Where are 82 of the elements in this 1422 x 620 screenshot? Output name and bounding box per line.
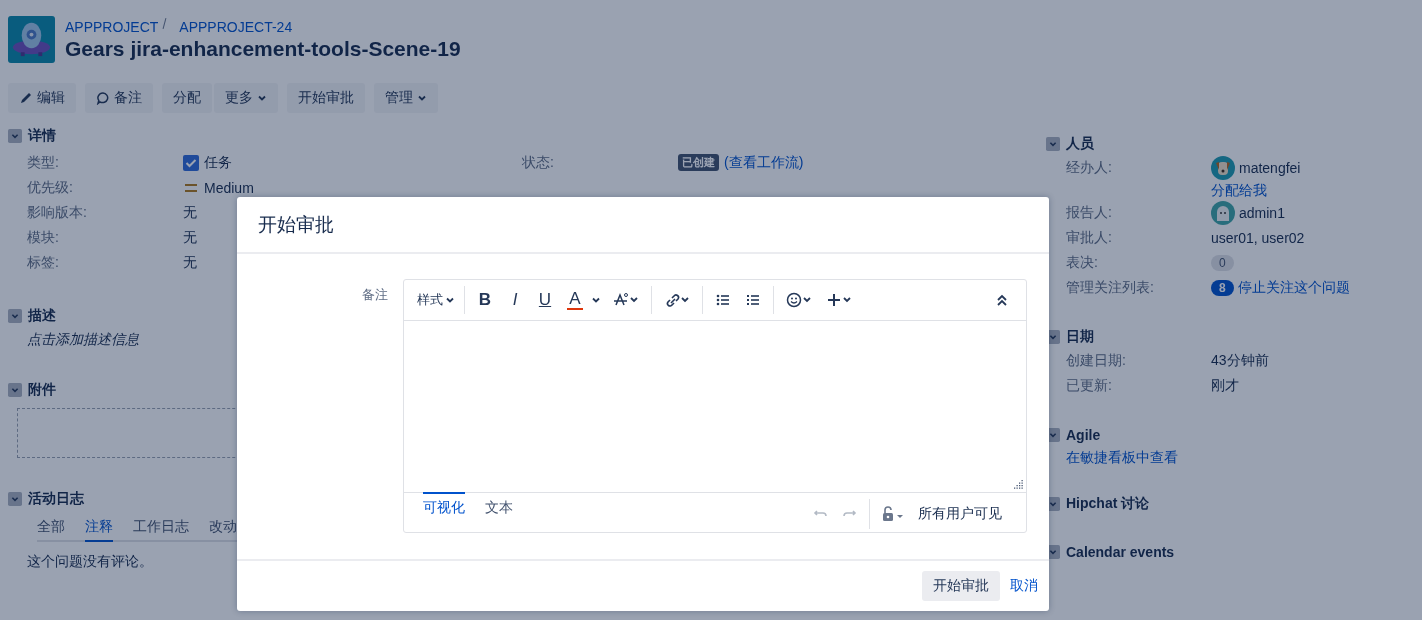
pencil-icon bbox=[19, 91, 33, 105]
field-label: 审批人: bbox=[1065, 228, 1113, 247]
issue-title: Gears jira-enhancement-tools-Scene-19 bbox=[65, 36, 461, 61]
toolbar-button[interactable]: 开始审批 bbox=[287, 83, 365, 113]
board-link[interactable]: 在敏捷看板中查看 bbox=[1046, 449, 1422, 467]
unwatch-link[interactable]: 停止关注这个问题 bbox=[1237, 278, 1350, 297]
activity-tab[interactable]: 改动 bbox=[209, 518, 237, 542]
empty-message: 这个问题没有评论。 bbox=[26, 553, 154, 571]
comment-icon bbox=[96, 91, 110, 105]
avatar-icon bbox=[1211, 155, 1235, 180]
resize-handle-icon[interactable] bbox=[1014, 480, 1024, 490]
section-heading: Calendar events bbox=[1066, 544, 1175, 560]
status-badge: 已创建 bbox=[678, 154, 719, 171]
field-label: 报告人: bbox=[1065, 203, 1113, 222]
editor-mode-tab[interactable]: 文本 bbox=[485, 492, 513, 517]
visibility-label[interactable]: 所有用户可见 bbox=[918, 505, 1002, 523]
field-value: Medium bbox=[204, 179, 254, 196]
field-value: 43分钟前 bbox=[1211, 351, 1269, 370]
assign-to-me-link[interactable]: 分配给我 bbox=[1211, 180, 1301, 200]
field-label: 类型: bbox=[26, 153, 60, 172]
style-dropdown[interactable]: 样式 bbox=[414, 291, 458, 309]
workflow-link[interactable]: (查看工作流) bbox=[724, 153, 804, 172]
bold-button[interactable]: B bbox=[471, 290, 499, 310]
text-color-button[interactable]: A bbox=[567, 290, 583, 310]
toolbar-button[interactable]: 更多 bbox=[214, 83, 278, 113]
link-icon[interactable] bbox=[664, 292, 690, 308]
toolbar-button[interactable]: 编辑 bbox=[8, 83, 76, 113]
dialog-title: 开始审批 bbox=[258, 212, 334, 237]
field-label: 经办人: bbox=[1065, 158, 1113, 177]
field-value: 无 bbox=[183, 253, 197, 272]
submit-button[interactable]: 开始审批 bbox=[922, 571, 1000, 601]
section-heading: 人员 bbox=[1066, 135, 1094, 153]
field-value: user01, user02 bbox=[1211, 229, 1305, 246]
field-label: 优先级: bbox=[26, 178, 74, 197]
padlock-icon[interactable] bbox=[880, 506, 906, 522]
project-avatar-icon bbox=[8, 16, 55, 63]
section-heading: 活动日志 bbox=[28, 490, 84, 508]
avatar-icon bbox=[1211, 200, 1235, 225]
section-heading: 描述 bbox=[28, 307, 56, 325]
activity-tab[interactable]: 工作日志 bbox=[133, 518, 189, 542]
cancel-link[interactable]: 取消 bbox=[1010, 577, 1038, 595]
field-value: matengfei bbox=[1239, 159, 1301, 176]
section-heading: 附件 bbox=[28, 381, 56, 399]
breadcrumb-link[interactable]: APPPROJECT bbox=[65, 18, 159, 35]
emoji-icon[interactable] bbox=[786, 292, 812, 308]
checkbox-icon bbox=[183, 154, 199, 171]
breadcrumb-link[interactable]: APPPROJECT-24 bbox=[179, 18, 293, 35]
field-label: 模块: bbox=[26, 228, 60, 247]
plus-icon[interactable] bbox=[826, 292, 852, 308]
text-effects-icon[interactable] bbox=[613, 292, 639, 308]
caret-icon[interactable] bbox=[591, 295, 601, 305]
watcher-count-badge[interactable]: 8 bbox=[1211, 279, 1234, 296]
field-value: 无 bbox=[183, 228, 197, 247]
field-label: 备注 bbox=[361, 286, 389, 304]
bullet-list-icon[interactable] bbox=[715, 292, 731, 308]
field-value: 无 bbox=[183, 203, 197, 222]
vote-count-badge: 0 bbox=[1211, 254, 1234, 271]
section-heading: 详情 bbox=[28, 127, 56, 145]
numbered-list-icon[interactable] bbox=[745, 292, 761, 308]
field-value: admin1 bbox=[1239, 204, 1285, 221]
field-label: 创建日期: bbox=[1065, 351, 1127, 370]
toolbar-button[interactable]: 备注 bbox=[85, 83, 153, 113]
field-value: 任务 bbox=[204, 153, 232, 172]
section-heading: 日期 bbox=[1066, 328, 1094, 346]
field-label: 表决: bbox=[1065, 253, 1099, 272]
field-label: 影响版本: bbox=[26, 203, 88, 222]
collapse-icon[interactable] bbox=[996, 293, 1008, 307]
toolbar-button[interactable]: 管理 bbox=[374, 83, 438, 113]
caret-icon bbox=[445, 295, 455, 305]
italic-button[interactable]: I bbox=[501, 290, 529, 310]
section-heading: Hipchat 讨论 bbox=[1066, 495, 1150, 513]
toolbar-button[interactable]: 分配 bbox=[162, 83, 212, 113]
underline-button[interactable]: U bbox=[531, 290, 559, 310]
editor-mode-tab[interactable]: 可视化 bbox=[423, 492, 465, 517]
field-label: 管理关注列表: bbox=[1065, 278, 1155, 297]
field-label: 状态: bbox=[522, 153, 555, 172]
activity-tab[interactable]: 注释 bbox=[85, 518, 113, 542]
field-label: 已更新: bbox=[1065, 376, 1113, 395]
section-heading: Agile bbox=[1066, 427, 1101, 443]
activity-tab[interactable]: 全部 bbox=[37, 518, 65, 542]
field-value: 刚才 bbox=[1211, 376, 1239, 395]
field-label: 标签: bbox=[26, 253, 60, 272]
